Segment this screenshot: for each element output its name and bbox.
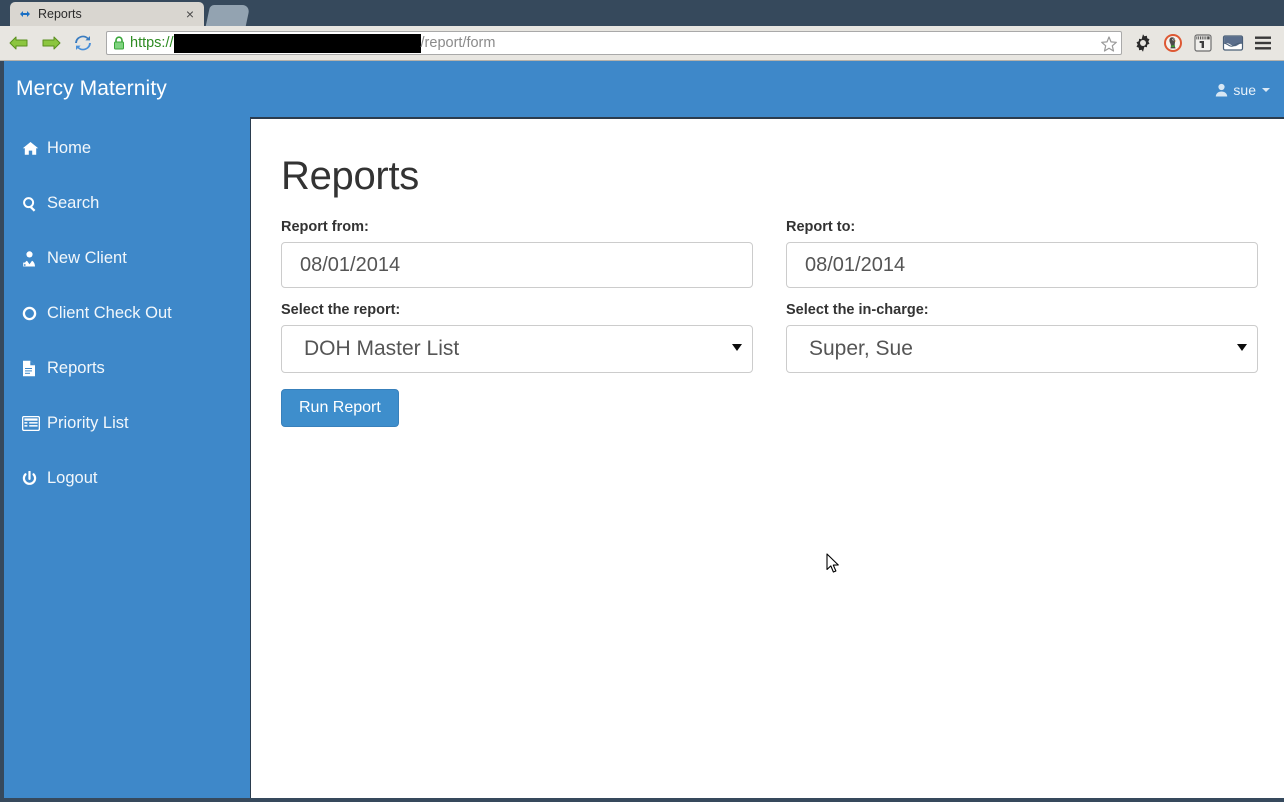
sidebar-item-label: Client Check Out xyxy=(47,304,172,322)
lock-icon xyxy=(113,36,125,50)
select-incharge-value: Super, Sue xyxy=(786,325,1258,373)
sidebar-item-label: Home xyxy=(47,139,92,157)
select-report-value: DOH Master List xyxy=(281,325,753,373)
sidebar-item-priority-list[interactable]: Priority List xyxy=(22,414,129,433)
select-incharge-dropdown[interactable]: Super, Sue xyxy=(786,325,1258,373)
run-report-button[interactable]: Run Report xyxy=(281,389,399,427)
sidebar-item-search[interactable]: Search xyxy=(22,194,99,213)
sidebar-item-label: Reports xyxy=(47,359,105,377)
power-off-icon xyxy=(22,470,41,487)
user-md-icon xyxy=(22,250,41,267)
chevron-down-icon xyxy=(1262,88,1270,92)
page-title: Reports xyxy=(281,154,419,198)
report-to-label: Report to: xyxy=(786,219,856,235)
sidebar-item-client-check-out[interactable]: Client Check Out xyxy=(22,304,172,323)
url-path: /report/form xyxy=(420,35,496,51)
browser-tab-reports[interactable]: Reports × xyxy=(10,2,204,26)
user-menu[interactable]: sue xyxy=(1215,82,1270,98)
report-from-label: Report from: xyxy=(281,219,369,235)
sidebar-item-label: Logout xyxy=(47,469,98,487)
tab-strip: Reports × xyxy=(0,0,1284,26)
gear-icon[interactable] xyxy=(1128,30,1158,56)
address-bar[interactable]: https:// /report/form xyxy=(106,31,1122,55)
tab-favicon-icon xyxy=(18,7,32,21)
sidebar: Home Search New Client Client Check Out … xyxy=(4,117,250,798)
sidebar-item-new-client[interactable]: New Client xyxy=(22,249,127,268)
tab-title: Reports xyxy=(38,7,82,21)
user-name: sue xyxy=(1233,82,1256,98)
app-header: Mercy Maternity sue xyxy=(4,61,1284,117)
chevron-down-icon xyxy=(1237,344,1247,351)
sidebar-item-label: Priority List xyxy=(47,414,129,432)
report-to-input[interactable] xyxy=(786,242,1258,288)
user-icon xyxy=(1215,83,1228,97)
grayscale-extension-icon[interactable] xyxy=(1188,30,1218,56)
reader-view-icon[interactable] xyxy=(1218,30,1248,56)
bookmark-star-icon[interactable] xyxy=(1100,35,1118,53)
home-icon xyxy=(22,141,41,156)
url-scheme: https:// xyxy=(130,35,174,51)
url-host-redacted xyxy=(173,33,421,53)
select-report-label: Select the report: xyxy=(281,302,401,318)
hamburger-menu-icon[interactable] xyxy=(1248,30,1278,56)
chevron-down-icon xyxy=(732,344,742,351)
select-report-dropdown[interactable]: DOH Master List xyxy=(281,325,753,373)
sidebar-item-home[interactable]: Home xyxy=(22,139,91,158)
browser-window: Reports × https:// /report/form Mercy Ma… xyxy=(0,0,1284,802)
reload-button[interactable] xyxy=(70,30,96,56)
sidebar-item-reports[interactable]: Reports xyxy=(22,359,105,378)
list-alt-icon xyxy=(22,416,41,431)
main-content: Reports Report from: Select the report: … xyxy=(250,117,1284,798)
sidebar-item-logout[interactable]: Logout xyxy=(22,469,97,488)
form-column-right: Report to: Select the in-charge: Super, … xyxy=(786,219,1258,373)
select-incharge-label: Select the in-charge: xyxy=(786,302,929,318)
back-button[interactable] xyxy=(6,30,32,56)
tab-close-icon[interactable]: × xyxy=(184,7,196,21)
circle-o-icon xyxy=(22,306,41,321)
forward-button[interactable] xyxy=(38,30,64,56)
sidebar-item-label: New Client xyxy=(47,249,127,267)
browser-toolbar: https:// /report/form xyxy=(0,26,1284,61)
sidebar-item-label: Search xyxy=(47,194,100,212)
report-from-input[interactable] xyxy=(281,242,753,288)
search-icon xyxy=(22,196,41,212)
app-brand: Mercy Maternity xyxy=(16,77,167,100)
duckduckgo-icon[interactable] xyxy=(1158,30,1188,56)
page-viewport: Mercy Maternity sue Home Search New Clie… xyxy=(4,61,1284,798)
form-column-left: Report from: Select the report: DOH Mast… xyxy=(281,219,753,373)
new-tab-button[interactable] xyxy=(205,5,251,26)
file-icon xyxy=(22,360,41,377)
